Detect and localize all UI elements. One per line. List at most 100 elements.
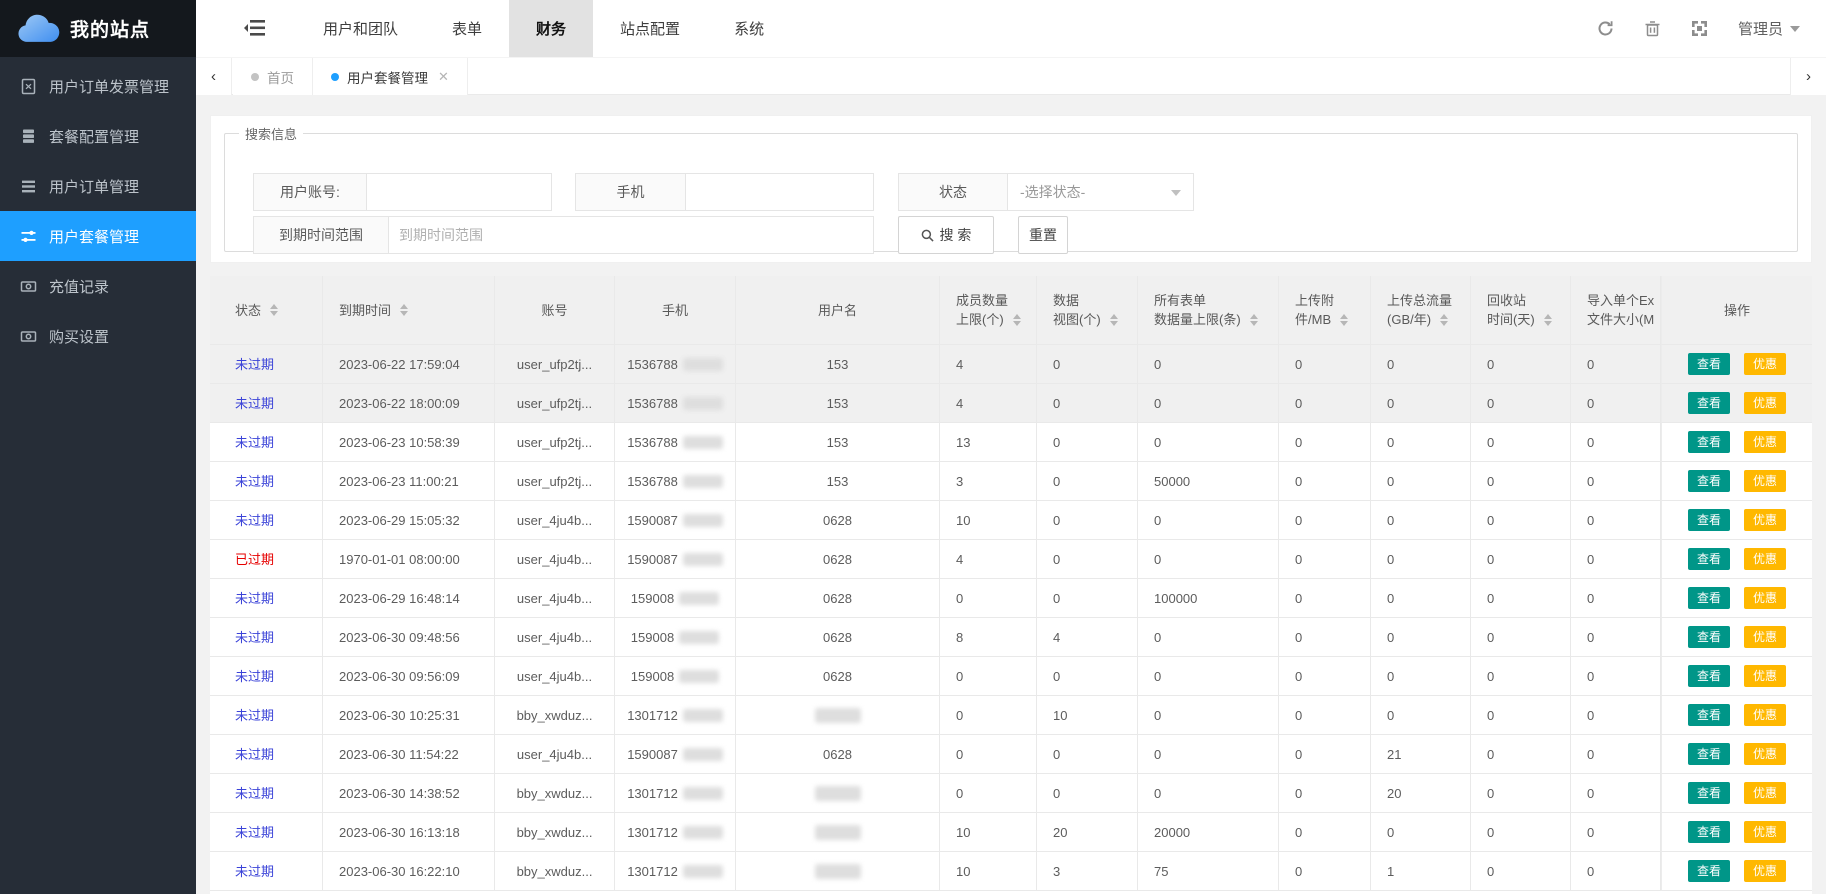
value-cell: 0: [1471, 735, 1571, 774]
sort-icon[interactable]: [1013, 314, 1021, 326]
user-menu[interactable]: 管理员: [1738, 18, 1800, 39]
sort-icon[interactable]: [1340, 314, 1348, 326]
search-button[interactable]: 搜 索: [898, 216, 994, 254]
cell-value: 0: [1587, 862, 1594, 881]
table-header-row: 状态到期时间账号手机用户名成员数量上限(个)数据视图(个)所有表单数据量上限(条…: [210, 276, 1812, 345]
fullscreen-icon[interactable]: [1691, 20, 1708, 37]
sidebar-item-5[interactable]: 充值记录: [0, 261, 196, 311]
account-cell: user_4ju4b...: [495, 540, 615, 579]
view-button[interactable]: 查看: [1688, 821, 1730, 843]
sort-icon[interactable]: [1544, 314, 1552, 326]
status-select[interactable]: -选择状态-: [1007, 173, 1194, 211]
username-cell: 0628: [736, 735, 940, 774]
status-text[interactable]: 未过期: [235, 589, 274, 608]
view-button[interactable]: 查看: [1688, 782, 1730, 804]
status-text[interactable]: 未过期: [235, 706, 274, 725]
status-text[interactable]: 未过期: [235, 784, 274, 803]
promo-button[interactable]: 优惠: [1744, 353, 1786, 375]
promo-button[interactable]: 优惠: [1744, 743, 1786, 765]
page-tab-1[interactable]: 首页: [233, 58, 313, 95]
cell-value: 0: [1387, 394, 1394, 413]
status-text[interactable]: 未过期: [235, 823, 274, 842]
view-button[interactable]: 查看: [1688, 665, 1730, 687]
status-text[interactable]: 未过期: [235, 628, 274, 647]
promo-button[interactable]: 优惠: [1744, 509, 1786, 531]
status-text[interactable]: 未过期: [235, 394, 274, 413]
view-button[interactable]: 查看: [1688, 353, 1730, 375]
promo-button[interactable]: 优惠: [1744, 665, 1786, 687]
sort-icon[interactable]: [1250, 314, 1258, 326]
status-text[interactable]: 未过期: [235, 472, 274, 491]
sort-icon[interactable]: [1110, 314, 1118, 326]
trash-icon[interactable]: [1644, 20, 1661, 37]
status-text[interactable]: 未过期: [235, 511, 274, 530]
account-input[interactable]: [366, 173, 552, 211]
promo-button[interactable]: 优惠: [1744, 392, 1786, 414]
view-button[interactable]: 查看: [1688, 626, 1730, 648]
view-button[interactable]: 查看: [1688, 587, 1730, 609]
sidebar-item-3[interactable]: 用户订单管理: [0, 161, 196, 211]
page-tab-2[interactable]: 用户套餐管理✕: [313, 58, 468, 95]
view-button[interactable]: 查看: [1688, 860, 1730, 882]
status-text[interactable]: 未过期: [235, 355, 274, 374]
status-text[interactable]: 未过期: [235, 433, 274, 452]
topnav-tab-4[interactable]: 站点配置: [593, 0, 707, 57]
col-header-text: 账号: [495, 301, 614, 320]
status-text[interactable]: 已过期: [235, 550, 274, 569]
view-button[interactable]: 查看: [1688, 704, 1730, 726]
view-button[interactable]: 查看: [1688, 509, 1730, 531]
promo-button[interactable]: 优惠: [1744, 782, 1786, 804]
view-button[interactable]: 查看: [1688, 743, 1730, 765]
promo-button[interactable]: 优惠: [1744, 431, 1786, 453]
value-cell: 0: [1371, 696, 1471, 735]
username-cell: 0628: [736, 501, 940, 540]
collapse-menu-icon[interactable]: [244, 17, 268, 39]
sort-icon[interactable]: [270, 304, 278, 316]
promo-button[interactable]: 优惠: [1744, 470, 1786, 492]
sidebar-item-1[interactable]: 用户订单发票管理: [0, 61, 196, 111]
promo-button[interactable]: 优惠: [1744, 704, 1786, 726]
value-cell: 0: [1279, 423, 1371, 462]
chevron-left-icon[interactable]: ‹: [196, 58, 232, 95]
value-cell: 0: [1279, 345, 1371, 384]
topnav-tab-3[interactable]: 财务: [509, 0, 593, 57]
cell-value: 0: [1053, 433, 1060, 452]
status-text[interactable]: 未过期: [235, 745, 274, 764]
value-cell: 0: [1571, 462, 1661, 501]
promo-button[interactable]: 优惠: [1744, 548, 1786, 570]
topnav-tab-2[interactable]: 表单: [425, 0, 509, 57]
brand[interactable]: 我的站点: [0, 0, 196, 57]
promo-button[interactable]: 优惠: [1744, 821, 1786, 843]
expire-time-cell: 2023-06-23 11:00:21: [323, 462, 495, 501]
close-icon[interactable]: ✕: [438, 69, 449, 85]
status-text[interactable]: 未过期: [235, 862, 274, 881]
sidebar-item-4[interactable]: 用户套餐管理: [0, 211, 196, 261]
sidebar-item-2[interactable]: 套餐配置管理: [0, 111, 196, 161]
topnav-tab-5[interactable]: 系统: [707, 0, 791, 57]
view-button[interactable]: 查看: [1688, 431, 1730, 453]
topnav-tab-label: 财务: [536, 18, 566, 39]
cell-value: 0: [1295, 472, 1302, 491]
view-button[interactable]: 查看: [1688, 470, 1730, 492]
view-button[interactable]: 查看: [1688, 548, 1730, 570]
promo-button[interactable]: 优惠: [1744, 626, 1786, 648]
topnav-tab-1[interactable]: 用户和团队: [296, 0, 425, 57]
reset-button[interactable]: 重置: [1018, 216, 1068, 254]
value-cell: 0: [1138, 657, 1279, 696]
value-cell: 0: [1371, 618, 1471, 657]
view-button[interactable]: 查看: [1688, 392, 1730, 414]
refresh-icon[interactable]: [1597, 20, 1614, 37]
date-range-input[interactable]: [388, 216, 874, 254]
action-buttons: 查看优惠: [1662, 821, 1812, 843]
cell-value: 0: [1487, 511, 1494, 530]
date-range-field-group: 到期时间范围: [253, 216, 874, 254]
sort-icon[interactable]: [400, 304, 408, 316]
phone-input[interactable]: [685, 173, 874, 211]
col-header-11: 回收站时间(天): [1471, 276, 1571, 345]
promo-button[interactable]: 优惠: [1744, 587, 1786, 609]
sort-icon[interactable]: [1440, 314, 1448, 326]
chevron-right-icon[interactable]: ›: [1790, 58, 1826, 95]
promo-button[interactable]: 优惠: [1744, 860, 1786, 882]
status-text[interactable]: 未过期: [235, 667, 274, 686]
sidebar-item-6[interactable]: 购买设置: [0, 311, 196, 361]
